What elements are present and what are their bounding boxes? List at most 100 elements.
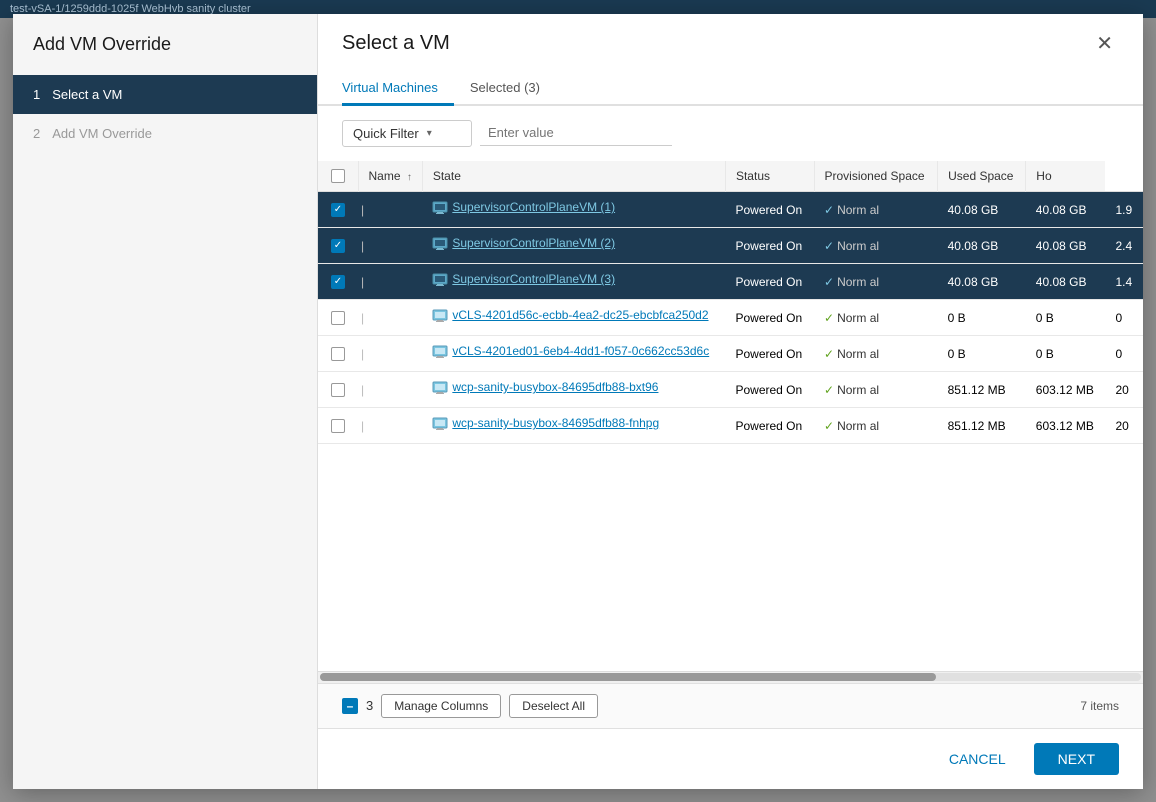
tab-virtual-machines[interactable]: Virtual Machines [342, 72, 454, 106]
vm-icon [432, 380, 448, 399]
step-2: 2 Add VM Override [13, 114, 317, 153]
row-status: ✓Norm al [814, 264, 938, 300]
close-button[interactable]: ✕ [1090, 32, 1119, 56]
row-provisioned-space: 40.08 GB [938, 264, 1026, 300]
status-label: Norm al [837, 311, 879, 325]
row-used-space: 40.08 GB [1026, 192, 1106, 228]
status-check-icon: ✓ [824, 383, 834, 397]
col-header-name[interactable]: Name ↑ [358, 161, 422, 192]
scrollbar-thumb [320, 673, 936, 681]
table-row: | vCLS-4201d56c-ecbb-4ea2-dc25-ebcbfca25… [318, 300, 1143, 336]
status-label: Norm al [837, 347, 879, 361]
row-provisioned-space: 40.08 GB [938, 228, 1026, 264]
row-provisioned-space: 40.08 GB [938, 192, 1026, 228]
selected-all-toggle[interactable] [342, 698, 358, 714]
row-checkbox[interactable] [331, 419, 345, 433]
row-checkbox[interactable] [331, 311, 345, 325]
row-name-cell: SupervisorControlPlaneVM (3) [422, 264, 725, 300]
step-1[interactable]: 1 Select a VM [13, 75, 317, 114]
footer-left: 3 Manage Columns Deselect All [342, 694, 1080, 718]
row-checkbox-cell [318, 372, 358, 408]
status-check-icon: ✓ [824, 347, 834, 361]
row-checkbox-cell [318, 192, 358, 228]
next-button[interactable]: NEXT [1034, 743, 1119, 775]
tabs-bar: Virtual Machines Selected (3) [318, 72, 1143, 106]
cancel-button[interactable]: CANCEL [933, 743, 1022, 775]
row-status: ✓Norm al [814, 408, 938, 444]
row-state: Powered On [725, 300, 814, 336]
vm-icon [432, 344, 448, 363]
table-footer: 3 Manage Columns Deselect All 7 items [318, 683, 1143, 728]
vm-icon [432, 308, 448, 327]
filter-input[interactable] [480, 120, 672, 146]
row-checkbox-cell [318, 336, 358, 372]
row-checkbox[interactable] [331, 239, 345, 253]
row-status: ✓Norm al [814, 228, 938, 264]
row-ho: 1.9 [1105, 192, 1143, 228]
row-checkbox[interactable] [331, 275, 345, 289]
row-name-cell: vCLS-4201ed01-6eb4-4dd1-f057-0c662cc53d6… [422, 336, 725, 372]
row-status: ✓Norm al [814, 300, 938, 336]
table-row: | vCLS-4201ed01-6eb4-4dd1-f057-0c662cc53… [318, 336, 1143, 372]
row-name-cell: vCLS-4201d56c-ecbb-4ea2-dc25-ebcbfca250d… [422, 300, 725, 336]
row-ho: 0 [1105, 300, 1143, 336]
vm-name-link[interactable]: SupervisorControlPlaneVM (1) [452, 200, 615, 214]
row-provisioned-space: 0 B [938, 336, 1026, 372]
row-checkbox[interactable] [331, 383, 345, 397]
item-count: 7 items [1080, 699, 1119, 713]
row-name-cell: wcp-sanity-busybox-84695dfb88-bxt96 [422, 372, 725, 408]
row-used-space: 0 B [1026, 300, 1106, 336]
col-header-state: State [422, 161, 725, 192]
filter-row: Quick Filter ▾ [318, 106, 1143, 161]
status-check-icon: ✓ [824, 203, 834, 217]
sort-arrow-icon: ↑ [407, 172, 412, 183]
col-header-check [318, 161, 358, 192]
quick-filter-dropdown[interactable]: Quick Filter ▾ [342, 120, 472, 147]
page-wrapper: test-vSA-1/1259ddd-1025f WebHvb sanity c… [0, 0, 1156, 802]
row-checkbox[interactable] [331, 347, 345, 361]
scrollbar-track [320, 673, 1141, 681]
vm-name-link[interactable]: wcp-sanity-busybox-84695dfb88-bxt96 [452, 380, 658, 394]
vm-name-link[interactable]: vCLS-4201d56c-ecbb-4ea2-dc25-ebcbfca250d… [452, 308, 708, 322]
tab-selected[interactable]: Selected (3) [470, 72, 556, 106]
drag-handle: | [358, 300, 422, 336]
col-header-provisioned: Provisioned Space [814, 161, 938, 192]
vm-name-link[interactable]: SupervisorControlPlaneVM (2) [452, 236, 615, 250]
status-label: Norm al [837, 203, 879, 217]
row-checkbox-cell [318, 264, 358, 300]
deselect-all-button[interactable]: Deselect All [509, 694, 598, 718]
row-name-cell: wcp-sanity-busybox-84695dfb88-fnhpg [422, 408, 725, 444]
select-all-checkbox[interactable] [331, 169, 345, 183]
manage-columns-button[interactable]: Manage Columns [381, 694, 501, 718]
row-status: ✓Norm al [814, 372, 938, 408]
row-status: ✓Norm al [814, 336, 938, 372]
vm-name-link[interactable]: wcp-sanity-busybox-84695dfb88-fnhpg [452, 416, 659, 430]
step-2-label: Add VM Override [52, 126, 152, 141]
step-2-number: 2 [33, 126, 40, 141]
row-provisioned-space: 851.12 MB [938, 408, 1026, 444]
table-row: | SupervisorControlPlaneVM (1)Powered On… [318, 192, 1143, 228]
vm-table-wrapper: Name ↑ State Status Provisioned Space Us… [318, 161, 1143, 671]
row-checkbox-cell [318, 300, 358, 336]
row-used-space: 603.12 MB [1026, 372, 1106, 408]
row-state: Powered On [725, 228, 814, 264]
vm-icon [432, 236, 448, 255]
row-provisioned-space: 851.12 MB [938, 372, 1026, 408]
drag-handle: | [358, 192, 422, 228]
table-row: | wcp-sanity-busybox-84695dfb88-bxt96Pow… [318, 372, 1143, 408]
step-1-number: 1 [33, 87, 40, 102]
vm-icon [432, 200, 448, 219]
right-panel-title: Select a VM [342, 32, 450, 55]
modal-container: Add VM Override 1 Select a VM 2 Add VM O… [13, 14, 1143, 789]
status-label: Norm al [837, 419, 879, 433]
vm-name-link[interactable]: vCLS-4201ed01-6eb4-4dd1-f057-0c662cc53d6… [452, 344, 709, 358]
vm-name-link[interactable]: SupervisorControlPlaneVM (3) [452, 272, 615, 286]
horizontal-scrollbar[interactable] [318, 671, 1143, 683]
status-check-icon: ✓ [824, 275, 834, 289]
row-state: Powered On [725, 336, 814, 372]
drag-handle: | [358, 408, 422, 444]
row-used-space: 40.08 GB [1026, 228, 1106, 264]
right-panel-header: Select a VM ✕ [318, 14, 1143, 56]
row-checkbox[interactable] [331, 203, 345, 217]
row-name-cell: SupervisorControlPlaneVM (1) [422, 192, 725, 228]
